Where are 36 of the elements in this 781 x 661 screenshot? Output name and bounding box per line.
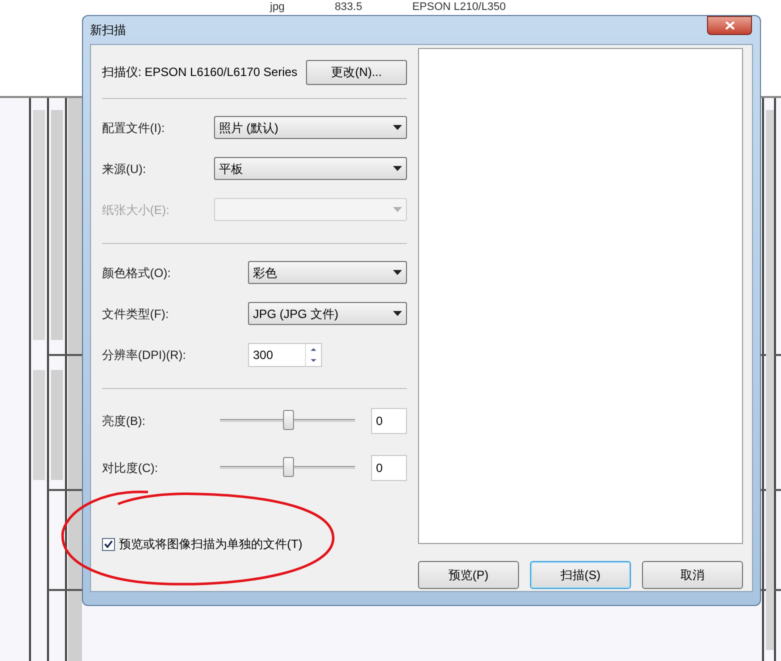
dropdown[interactable]: 照片 (默认) — [214, 116, 407, 139]
check-icon — [104, 540, 113, 548]
field-label: 分辨率(DPI)(R): — [102, 346, 187, 364]
checkbox[interactable] — [102, 538, 115, 550]
field-label: 配置文件(I): — [102, 120, 166, 136]
change-button[interactable]: 更改(N)... — [306, 60, 407, 84]
dialog-button[interactable]: 扫描(S) — [530, 561, 631, 589]
caret-icon — [393, 207, 402, 212]
list-cell: EPSON L210/L350 — [412, 0, 506, 14]
list-cell: 833.5 — [334, 0, 362, 14]
field-label: 颜色格式(O): — [102, 264, 172, 282]
field-label: 来源(U): — [102, 160, 147, 178]
dropdown[interactable]: 平板 — [214, 157, 407, 180]
close-icon — [724, 21, 734, 30]
value-field[interactable]: 0 — [371, 454, 407, 480]
checkbox-label: 预览或将图像扫描为单独的文件(T) — [119, 536, 302, 553]
field-label: 对比度(C): — [102, 460, 159, 476]
list-cell: jpg — [270, 0, 285, 14]
field-label: 纸张大小(E): — [102, 202, 170, 218]
scanner-label: 扫描仪: EPSON L6160/L6170 Series — [102, 64, 298, 81]
dialog-button[interactable]: 取消 — [642, 561, 743, 589]
caret-icon — [393, 125, 402, 130]
spin-box[interactable]: 300 — [248, 342, 322, 366]
caret-icon — [393, 311, 402, 316]
dropdown[interactable]: JPG (JPG 文件) — [248, 302, 407, 325]
close-button[interactable] — [707, 16, 752, 35]
caret-icon — [393, 166, 402, 171]
caret-icon — [393, 270, 402, 275]
field-label: 亮度(B): — [102, 412, 146, 430]
dialog-button[interactable]: 预览(P) — [418, 561, 519, 589]
slider-thumb[interactable] — [282, 457, 294, 477]
window-title: 新扫描 — [90, 22, 126, 39]
field-label: 文件类型(F): — [102, 306, 170, 322]
slider-thumb[interactable] — [282, 410, 294, 430]
value-field[interactable]: 0 — [371, 408, 407, 434]
dropdown[interactable]: 彩色 — [248, 261, 407, 284]
